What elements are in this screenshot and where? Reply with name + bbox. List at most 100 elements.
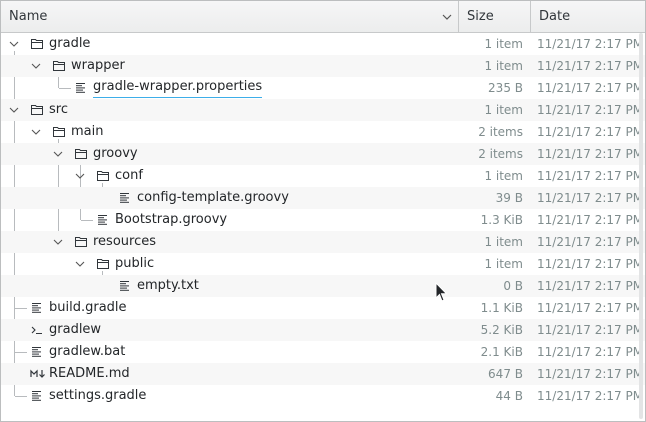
file-size: 1 item (484, 59, 523, 73)
table-row[interactable]: README.md 647 B 11/21/17 2:17 PM (1, 363, 645, 385)
column-header: Name Size Date (1, 1, 645, 33)
table-row[interactable]: gradle 1 item 11/21/17 2:17 PM (1, 33, 645, 55)
file-date: 11/21/17 2:17 PM (537, 37, 644, 51)
file-size: 1 item (484, 169, 523, 183)
file-date: 11/21/17 2:17 PM (537, 191, 644, 205)
folder-icon (97, 259, 109, 269)
folder-icon (31, 39, 43, 49)
column-header-date[interactable]: Date (530, 1, 645, 32)
file-date: 11/21/17 2:17 PM (537, 125, 644, 139)
column-header-date-label: Date (539, 9, 571, 24)
table-row[interactable]: conf 1 item 11/21/17 2:17 PM (1, 165, 645, 187)
file-name-label: main (71, 124, 104, 139)
file-date: 11/21/17 2:17 PM (537, 169, 644, 183)
file-name-label: src (49, 102, 68, 117)
file-date: 11/21/17 2:17 PM (537, 213, 644, 227)
file-date: 11/21/17 2:17 PM (537, 301, 644, 315)
chevron-down-icon[interactable] (53, 149, 63, 159)
file-tree-view: Name Size Date gradle 1 item 11/21/17 2:… (0, 0, 646, 422)
file-size: 2 items (478, 125, 523, 139)
text-file-icon (120, 193, 129, 203)
text-file-icon (32, 303, 41, 313)
column-header-size-label: Size (467, 9, 494, 24)
text-file-icon (32, 391, 41, 401)
table-row[interactable]: gradlew.bat 2.1 KiB 11/21/17 2:17 PM (1, 341, 645, 363)
chevron-down-icon[interactable] (9, 39, 19, 49)
chevron-down-icon[interactable] (75, 259, 85, 269)
file-size: 2 items (478, 147, 523, 161)
file-size: 647 B (488, 367, 523, 381)
file-date: 11/21/17 2:17 PM (537, 323, 644, 337)
table-row[interactable]: public 1 item 11/21/17 2:17 PM (1, 253, 645, 275)
table-row[interactable]: gradle-wrapper.properties 235 B 11/21/17 2… (1, 77, 645, 99)
table-row[interactable]: groovy 2 items 11/21/17 2:17 PM (1, 143, 645, 165)
file-size: 1 item (484, 37, 523, 51)
file-size: 39 B (495, 191, 523, 205)
file-size: 0 B (503, 279, 523, 293)
file-name-label: wrapper (71, 58, 125, 73)
file-name-label: build.gradle (49, 300, 127, 315)
chevron-down-icon[interactable] (9, 105, 19, 115)
file-name-label: public (115, 256, 155, 271)
file-date: 11/21/17 2:17 PM (537, 235, 644, 249)
file-size: 235 B (488, 81, 523, 95)
chevron-down-icon[interactable] (31, 61, 41, 71)
file-name-label: README.md (49, 366, 130, 381)
chevron-down-icon[interactable] (31, 127, 41, 137)
file-date: 11/21/17 2:17 PM (537, 81, 644, 95)
file-size: 1 item (484, 257, 523, 271)
file-name-label: settings.gradle (49, 388, 147, 403)
terminal-script-icon (31, 326, 42, 334)
file-date: 11/21/17 2:17 PM (537, 389, 644, 403)
column-header-size[interactable]: Size (458, 1, 530, 32)
file-size: 44 B (495, 389, 523, 403)
folder-icon (75, 149, 87, 159)
folder-icon (31, 105, 43, 115)
table-row[interactable]: build.gradle 1.1 KiB 11/21/17 2:17 PM (1, 297, 645, 319)
column-header-name[interactable]: Name (1, 1, 458, 32)
file-name-label: config-template.groovy (137, 190, 289, 205)
file-date: 11/21/17 2:17 PM (537, 367, 644, 381)
folder-icon (97, 171, 109, 181)
table-row[interactable]: Bootstrap.groovy 1.3 KiB 11/21/17 2:17 PM (1, 209, 645, 231)
mouse-cursor-icon (435, 282, 448, 302)
text-file-icon (98, 215, 107, 225)
file-name-label: gradle-wrapper.properties (93, 77, 263, 98)
table-row[interactable]: src 1 item 11/21/17 2:17 PM (1, 99, 645, 121)
file-date: 11/21/17 2:17 PM (537, 59, 644, 73)
file-name-label: groovy (93, 146, 138, 161)
file-size: 2.1 KiB (480, 345, 523, 359)
text-file-icon (76, 83, 85, 93)
vertical-scrollbar[interactable] (637, 33, 645, 419)
table-row[interactable]: resources 1 item 11/21/17 2:17 PM (1, 231, 645, 253)
file-date: 11/21/17 2:17 PM (537, 147, 644, 161)
file-date: 11/21/17 2:17 PM (537, 279, 644, 293)
file-name-label: resources (93, 234, 157, 249)
table-row[interactable]: wrapper 1 item 11/21/17 2:17 PM (1, 55, 645, 77)
file-size: 5.2 KiB (480, 323, 523, 337)
table-row[interactable]: main 2 items 11/21/17 2:17 PM (1, 121, 645, 143)
file-name-label: Bootstrap.groovy (115, 212, 228, 227)
text-file-icon (120, 281, 129, 291)
file-size: 1.3 KiB (480, 213, 523, 227)
folder-icon (75, 237, 87, 247)
table-row[interactable]: config-template.groovy 39 B 11/21/17 2:17 … (1, 187, 645, 209)
folder-icon (53, 127, 65, 137)
table-row[interactable]: empty.txt 0 B 11/21/17 2:17 PM (1, 275, 645, 297)
column-header-name-label: Name (9, 9, 48, 24)
table-row[interactable]: settings.gradle 44 B 11/21/17 2:17 PM (1, 385, 645, 407)
markdown-file-icon (30, 369, 45, 378)
file-size: 1.1 KiB (480, 301, 523, 315)
file-date: 11/21/17 2:17 PM (537, 345, 644, 359)
table-row[interactable]: gradlew 5.2 KiB 11/21/17 2:17 PM (1, 319, 645, 341)
folder-icon (53, 61, 65, 71)
text-file-icon (32, 347, 41, 357)
file-name-label: gradle (49, 36, 91, 51)
file-name-label: gradlew.bat (49, 344, 126, 359)
file-size: 1 item (484, 103, 523, 117)
chevron-down-icon[interactable] (53, 237, 63, 247)
file-date: 11/21/17 2:17 PM (537, 257, 644, 271)
chevron-down-icon[interactable] (75, 171, 85, 181)
file-name-label: gradlew (49, 322, 102, 337)
sort-chevron-down-icon (442, 14, 452, 20)
